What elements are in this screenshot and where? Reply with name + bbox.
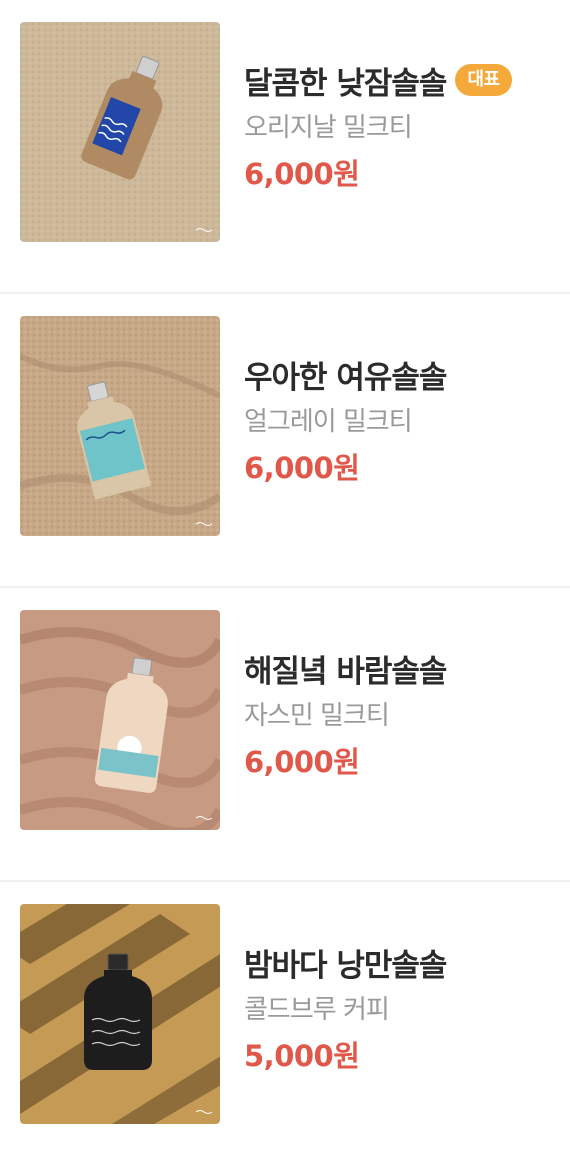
product-title: 밤바다 낭만솔솔: [244, 947, 447, 984]
product-title: 달콤한 낮잠솔솔: [244, 65, 447, 102]
product-price: 6,000원: [244, 745, 360, 779]
product-info-2: 우아한 여유솔솔 얼그레이 밀크티 6,000원: [244, 352, 447, 488]
product-item-2[interactable]: 우아한 여유솔솔 얼그레이 밀크티 6,000원: [0, 294, 570, 588]
product-item-4[interactable]: 밤바다 낭만솔솔 콜드브루 커피 5,000원: [0, 882, 570, 1150]
representative-badge: 대표: [455, 64, 512, 96]
product-price: 6,000원: [244, 157, 360, 191]
cold-brew-bottle-icon: [20, 904, 220, 1124]
product-image-3: [20, 610, 220, 830]
product-subtitle: 오리지날 밀크티: [244, 113, 413, 143]
product-info-1: 달콤한 낮잠솔솔 대표 오리지날 밀크티 6,000원: [244, 58, 512, 194]
product-subtitle: 콜드브루 커피: [244, 995, 390, 1025]
product-info-4: 밤바다 낭만솔솔 콜드브루 커피 5,000원: [244, 940, 447, 1076]
product-title: 해질녘 바람솔솔: [244, 653, 447, 690]
jasmine-bottle-icon: [20, 610, 220, 830]
product-price: 6,000원: [244, 451, 360, 485]
product-price: 5,000원: [244, 1039, 360, 1073]
product-image-1: [20, 22, 220, 242]
product-list: 달콤한 낮잠솔솔 대표 오리지날 밀크티 6,000원 우아한 여유솔솔 얼그레…: [0, 0, 570, 1150]
product-info-3: 해질녘 바람솔솔 자스민 밀크티 6,000원: [244, 646, 447, 782]
product-item-3[interactable]: 해질녘 바람솔솔 자스민 밀크티 6,000원: [0, 588, 570, 882]
product-image-2: [20, 316, 220, 536]
product-title: 우아한 여유솔솔: [244, 359, 447, 396]
product-subtitle: 자스민 밀크티: [244, 701, 390, 731]
product-image-4: [20, 904, 220, 1124]
earl-grey-bottle-icon: [20, 316, 220, 536]
milk-tea-bottle-icon: [20, 22, 220, 242]
product-item-1[interactable]: 달콤한 낮잠솔솔 대표 오리지날 밀크티 6,000원: [0, 0, 570, 294]
product-subtitle: 얼그레이 밀크티: [244, 407, 413, 437]
